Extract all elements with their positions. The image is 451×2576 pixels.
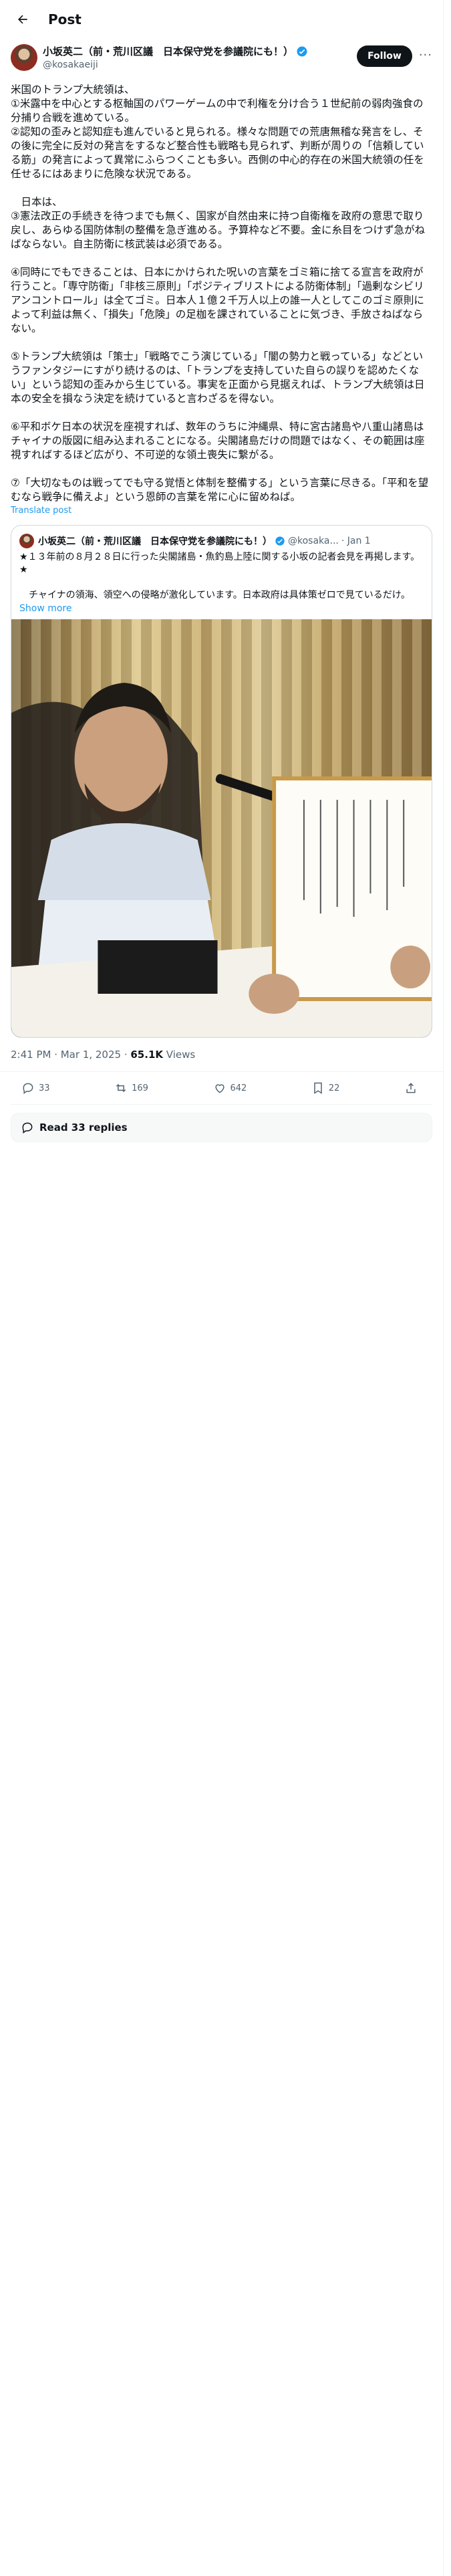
repost-icon <box>116 1083 126 1093</box>
show-more-link[interactable]: Show more <box>11 602 432 619</box>
read-replies-label: Read 33 replies <box>39 1121 128 1134</box>
top-bar: Post <box>0 0 443 39</box>
post-column: Post 小坂英二（前・荒川区議 日本保守党を参議院にも！） @kosakaei… <box>0 0 444 2576</box>
press-conference-photo <box>11 683 432 1037</box>
author-row: 小坂英二（前・荒川区議 日本保守党を参議院にも！） @kosakaeiji Fo… <box>0 39 443 75</box>
bookmark-icon <box>314 1082 322 1094</box>
author-info: 小坂英二（前・荒川区議 日本保守党を参議院にも！） @kosakaeiji <box>43 44 350 70</box>
share-icon <box>406 1083 416 1093</box>
reply-icon <box>23 1083 33 1094</box>
post-time[interactable]: 2:41 PM · Mar 1, 2025 · <box>11 1049 130 1061</box>
quoted-avatar <box>19 534 34 548</box>
like-count: 642 <box>230 1083 247 1093</box>
read-replies-button[interactable]: Read 33 replies <box>11 1113 432 1142</box>
bookmark-count: 22 <box>328 1083 340 1093</box>
bookmark-button[interactable]: 22 <box>311 1081 340 1095</box>
like-button[interactable]: 642 <box>213 1081 247 1095</box>
verified-badge-icon <box>297 46 307 56</box>
avatar[interactable] <box>11 44 37 71</box>
share-button[interactable] <box>404 1081 422 1095</box>
heart-icon <box>214 1084 224 1093</box>
views-label: Views <box>163 1049 196 1061</box>
quoted-post-text: ★１３年前の８月２８日に行った尖閣諸島・魚釣島上陸に関する小坂の記者会見を再掲し… <box>19 552 420 601</box>
quoted-author-handle: @kosaka... <box>288 536 339 546</box>
quoted-post-card[interactable]: 小坂英二（前・荒川区議 日本保守党を参議院にも！） @kosaka... · J… <box>11 525 432 1038</box>
more-options-icon[interactable]: ··· <box>419 48 432 62</box>
post-text: 米国のトランプ大統領は、 ①米露中を中心とする枢軸国のパワーゲームの中で利権を分… <box>11 84 429 503</box>
views-count: 65.1K <box>130 1049 164 1061</box>
repost-button[interactable]: 169 <box>114 1081 148 1095</box>
reply-button[interactable]: 33 <box>21 1081 50 1095</box>
quoted-post-header: 小坂英二（前・荒川区議 日本保守党を参議院にも！） @kosaka... · J… <box>11 526 432 548</box>
quoted-post-photo[interactable] <box>11 619 432 1037</box>
arrow-left-icon <box>18 15 27 24</box>
follow-button[interactable]: Follow <box>357 45 412 67</box>
comment-bubble-icon <box>22 1122 33 1134</box>
post-timestamp: 2:41 PM · Mar 1, 2025 · 65.1K Views <box>0 1038 443 1072</box>
back-button[interactable] <box>11 7 35 31</box>
verified-badge-icon <box>275 536 285 546</box>
page-title: Post <box>48 11 82 27</box>
author-handle[interactable]: @kosakaeiji <box>43 60 350 70</box>
reply-count: 33 <box>39 1083 50 1093</box>
repost-count: 169 <box>132 1083 148 1093</box>
author-name[interactable]: 小坂英二（前・荒川区議 日本保守党を参議院にも！） <box>43 44 293 58</box>
translate-post-link[interactable]: Translate post <box>0 504 443 517</box>
action-bar: 33 169 642 22 <box>11 1072 432 1105</box>
quoted-author-name: 小坂英二（前・荒川区議 日本保守党を参議院にも！） <box>38 536 272 547</box>
quoted-date: · Jan 1 <box>341 536 371 546</box>
